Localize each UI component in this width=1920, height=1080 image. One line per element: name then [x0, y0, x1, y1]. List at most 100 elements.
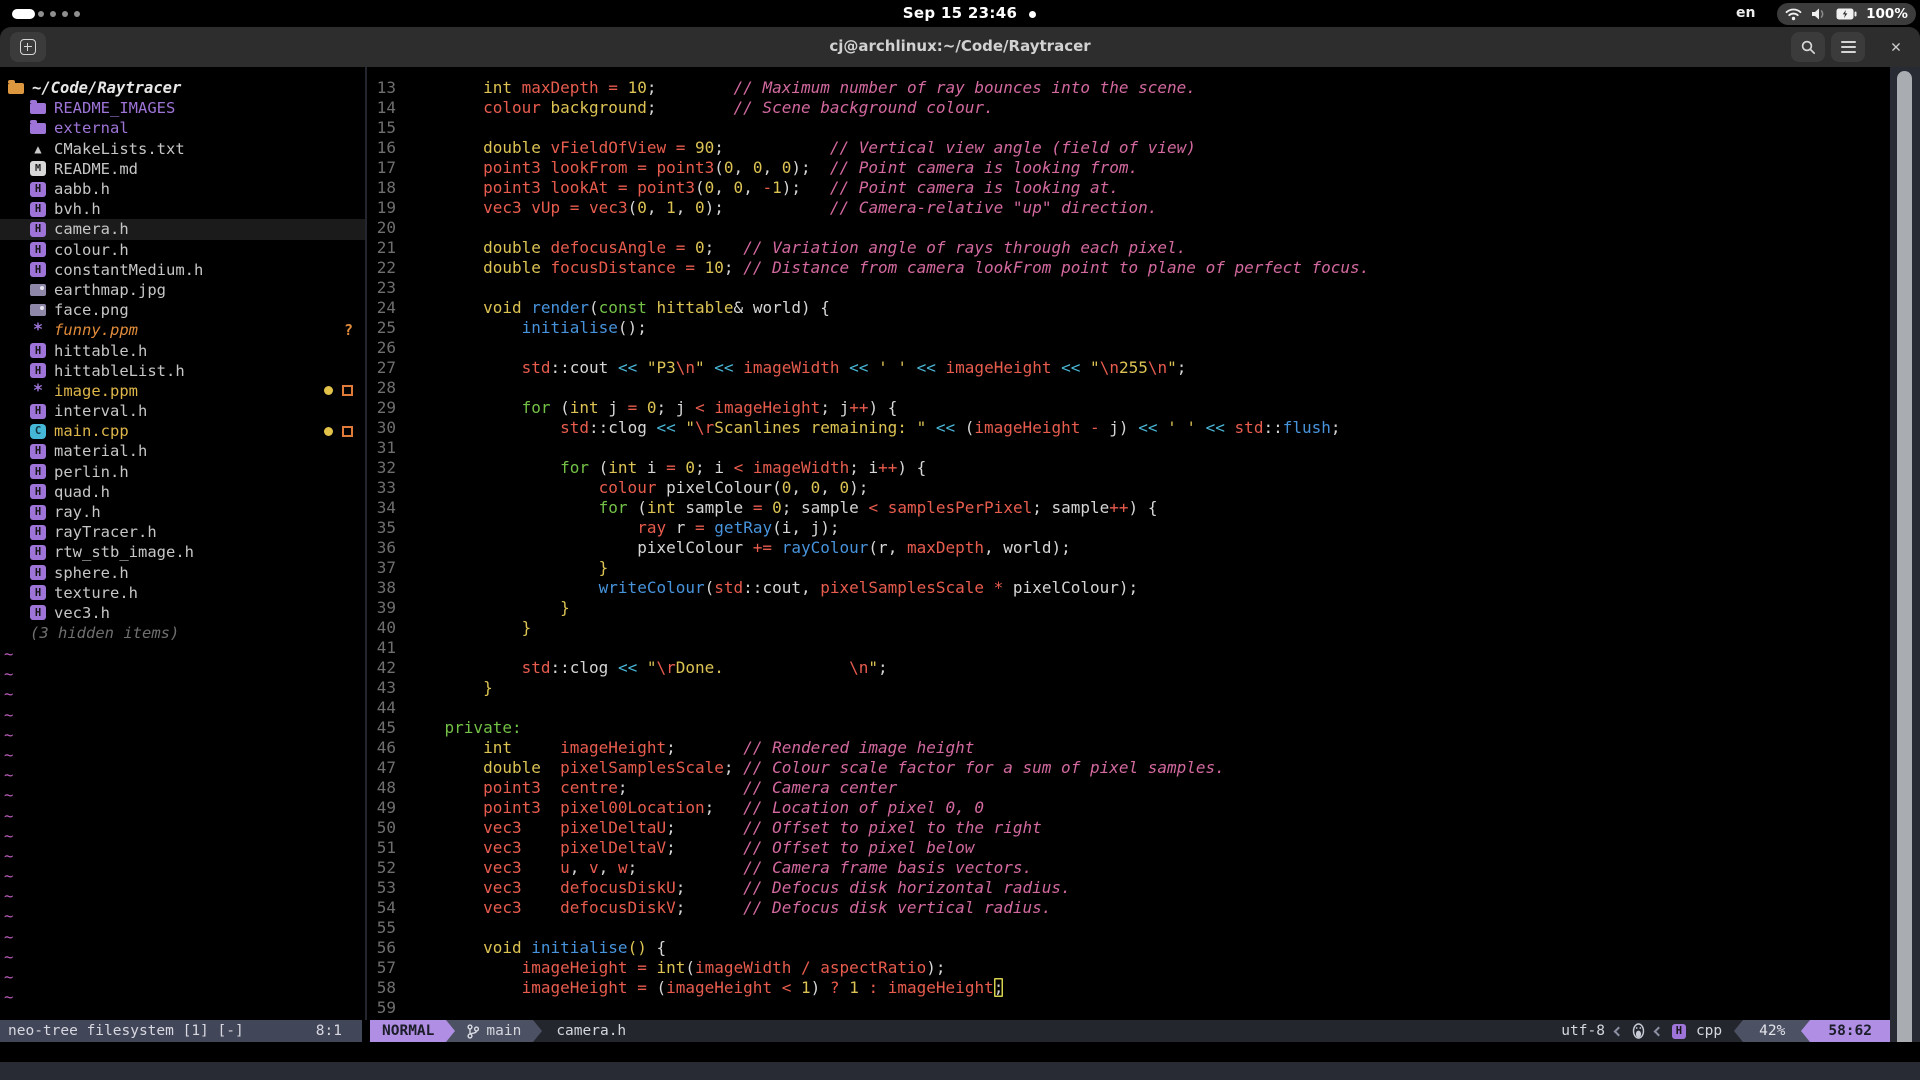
code-line-57[interactable]: 57 imageHeight = int(imageWidth / aspect…	[367, 958, 1890, 978]
menu-button[interactable]	[1831, 32, 1865, 62]
tree-item-perlin.h[interactable]: Hperlin.h	[0, 462, 365, 482]
folder-file-icon	[30, 123, 46, 134]
code-line-30[interactable]: 30 std::clog << "\rScanlines remaining: …	[367, 418, 1890, 438]
img-file-icon	[30, 304, 46, 316]
tree-item-funny.ppm[interactable]: *funny.ppm?	[0, 320, 365, 340]
search-button[interactable]	[1791, 32, 1825, 62]
code-line-47[interactable]: 47 double pixelSamplesScale; // Colour s…	[367, 758, 1890, 778]
scrollbar-track[interactable]	[1890, 67, 1920, 1080]
tree-item-hittable.h[interactable]: Hhittable.h	[0, 340, 365, 360]
tree-item-ray.h[interactable]: Hray.h	[0, 502, 365, 522]
tree-item-README.md[interactable]: MREADME.md	[0, 159, 365, 179]
code-line-16[interactable]: 16 double vFieldOfView = 90; // Vertical…	[367, 138, 1890, 158]
tree-item-colour.h[interactable]: Hcolour.h	[0, 240, 365, 260]
code-line-46[interactable]: 46 int imageHeight; // Rendered image he…	[367, 738, 1890, 758]
end-of-buffer-tilde: ~	[4, 664, 13, 684]
clock[interactable]: Sep 15 23:46	[0, 4, 1920, 22]
cursor-position: 58:62	[1810, 1020, 1890, 1042]
code-line-43[interactable]: 43 }	[367, 678, 1890, 698]
tree-item-main.cpp[interactable]: Cmain.cpp	[0, 421, 365, 441]
code-line-27[interactable]: 27 std::cout << "P3\n" << imageWidth << …	[367, 358, 1890, 378]
code-line-34[interactable]: 34 for (int sample = 0; sample < samples…	[367, 498, 1890, 518]
code-line-54[interactable]: 54 vec3 defocusDiskV; // Defocus disk ve…	[367, 898, 1890, 918]
code-line-32[interactable]: 32 for (int i = 0; i < imageWidth; i++) …	[367, 458, 1890, 478]
code-line-36[interactable]: 36 pixelColour += rayColour(r, maxDepth,…	[367, 538, 1890, 558]
code-line-14[interactable]: 14 colour background; // Scene backgroun…	[367, 98, 1890, 118]
tree-item-earthmap.jpg[interactable]: earthmap.jpg	[0, 280, 365, 300]
code-line-18[interactable]: 18 point3 lookAt = point3(0, 0, -1); // …	[367, 178, 1890, 198]
code-line-19[interactable]: 19 vec3 vUp = vec3(0, 1, 0); // Camera-r…	[367, 198, 1890, 218]
code-line-26[interactable]: 26	[367, 338, 1890, 358]
end-of-buffer-tilde: ~	[4, 927, 13, 947]
code-line-33[interactable]: 33 colour pixelColour(0, 0, 0);	[367, 478, 1890, 498]
volume-icon	[1811, 7, 1827, 21]
tree-item-face.png[interactable]: face.png	[0, 300, 365, 320]
h-file-icon: H	[30, 585, 46, 600]
tree-item-(3 hidden items)[interactable]: (3 hidden items)	[0, 623, 365, 643]
code-line-49[interactable]: 49 point3 pixel00Location; // Location o…	[367, 798, 1890, 818]
code-line-41[interactable]: 41	[367, 638, 1890, 658]
file-tree[interactable]: ~/Code/RaytracerREADME_IMAGESexternal▲CM…	[0, 67, 365, 1020]
tree-item-README_IMAGES[interactable]: README_IMAGES	[0, 98, 365, 118]
code-line-48[interactable]: 48 point3 centre; // Camera center	[367, 778, 1890, 798]
code-line-28[interactable]: 28	[367, 378, 1890, 398]
tree-item-quad.h[interactable]: Hquad.h	[0, 482, 365, 502]
code-editor[interactable]: 13 int maxDepth = 10; // Maximum number …	[367, 67, 1890, 1020]
tree-item-texture.h[interactable]: Htexture.h	[0, 583, 365, 603]
code-line-50[interactable]: 50 vec3 pixelDeltaU; // Offset to pixel …	[367, 818, 1890, 838]
code-line-39[interactable]: 39 }	[367, 598, 1890, 618]
code-line-53[interactable]: 53 vec3 defocusDiskU; // Defocus disk ho…	[367, 878, 1890, 898]
code-line-24[interactable]: 24 void render(const hittable& world) {	[367, 298, 1890, 318]
tree-item-hittableList.h[interactable]: HhittableList.h	[0, 361, 365, 381]
code-line-15[interactable]: 15	[367, 118, 1890, 138]
tree-item-CMakeLists.txt[interactable]: ▲CMakeLists.txt	[0, 139, 365, 159]
system-tray[interactable]: 100%	[1777, 3, 1916, 25]
end-of-buffer-tilde: ~	[4, 947, 13, 967]
code-line-31[interactable]: 31	[367, 438, 1890, 458]
code-line-52[interactable]: 52 vec3 u, v, w; // Camera frame basis v…	[367, 858, 1890, 878]
line-number: 36	[367, 538, 396, 558]
tree-item-rayTracer.h[interactable]: HrayTracer.h	[0, 522, 365, 542]
code-line-37[interactable]: 37 }	[367, 558, 1890, 578]
tree-item-bvh.h[interactable]: Hbvh.h	[0, 199, 365, 219]
code-line-35[interactable]: 35 ray r = getRay(i, j);	[367, 518, 1890, 538]
folder-open-file-icon	[8, 83, 24, 94]
code-line-56[interactable]: 56 void initialise() {	[367, 938, 1890, 958]
scrollbar-thumb[interactable]	[1897, 71, 1912, 1071]
tree-item-interval.h[interactable]: Hinterval.h	[0, 401, 365, 421]
tree-item-camera.h[interactable]: Hcamera.h	[0, 219, 365, 239]
code-line-29[interactable]: 29 for (int j = 0; j < imageHeight; j++)…	[367, 398, 1890, 418]
code-line-55[interactable]: 55	[367, 918, 1890, 938]
tree-item-vec3.h[interactable]: Hvec3.h	[0, 603, 365, 623]
tree-item-~/Code/Raytracer[interactable]: ~/Code/Raytracer	[0, 78, 365, 98]
tree-item-sphere.h[interactable]: Hsphere.h	[0, 563, 365, 583]
cursor: ;	[994, 978, 1004, 997]
code-line-13[interactable]: 13 int maxDepth = 10; // Maximum number …	[367, 78, 1890, 98]
close-button[interactable]: ✕	[1884, 35, 1908, 59]
notification-dot	[1029, 11, 1036, 18]
code-line-17[interactable]: 17 point3 lookFrom = point3(0, 0, 0); //…	[367, 158, 1890, 178]
tree-item-label: material.h	[54, 442, 147, 460]
input-language-indicator[interactable]: en	[1736, 5, 1755, 21]
tree-item-material.h[interactable]: Hmaterial.h	[0, 441, 365, 461]
code-line-59[interactable]: 59	[367, 998, 1890, 1018]
code-line-40[interactable]: 40 }	[367, 618, 1890, 638]
code-line-21[interactable]: 21 double defocusAngle = 0; // Variation…	[367, 238, 1890, 258]
code-line-38[interactable]: 38 writeColour(std::cout, pixelSamplesSc…	[367, 578, 1890, 598]
code-line-58[interactable]: 58 imageHeight = (imageHeight < 1) ? 1 :…	[367, 978, 1890, 998]
line-number: 45	[367, 718, 396, 738]
code-line-44[interactable]: 44	[367, 698, 1890, 718]
line-number: 16	[367, 138, 396, 158]
code-line-45[interactable]: 45 private:	[367, 718, 1890, 738]
code-line-42[interactable]: 42 std::clog << "\rDone. \n";	[367, 658, 1890, 678]
tree-item-constantMedium.h[interactable]: HconstantMedium.h	[0, 260, 365, 280]
code-line-23[interactable]: 23	[367, 278, 1890, 298]
tree-item-aabb.h[interactable]: Haabb.h	[0, 179, 365, 199]
tree-item-rtw_stb_image.h[interactable]: Hrtw_stb_image.h	[0, 542, 365, 562]
code-line-51[interactable]: 51 vec3 pixelDeltaV; // Offset to pixel …	[367, 838, 1890, 858]
tree-item-image.ppm[interactable]: *image.ppm	[0, 381, 365, 401]
code-line-25[interactable]: 25 initialise();	[367, 318, 1890, 338]
tree-item-external[interactable]: external	[0, 118, 365, 138]
code-line-22[interactable]: 22 double focusDistance = 10; // Distanc…	[367, 258, 1890, 278]
code-line-20[interactable]: 20	[367, 218, 1890, 238]
